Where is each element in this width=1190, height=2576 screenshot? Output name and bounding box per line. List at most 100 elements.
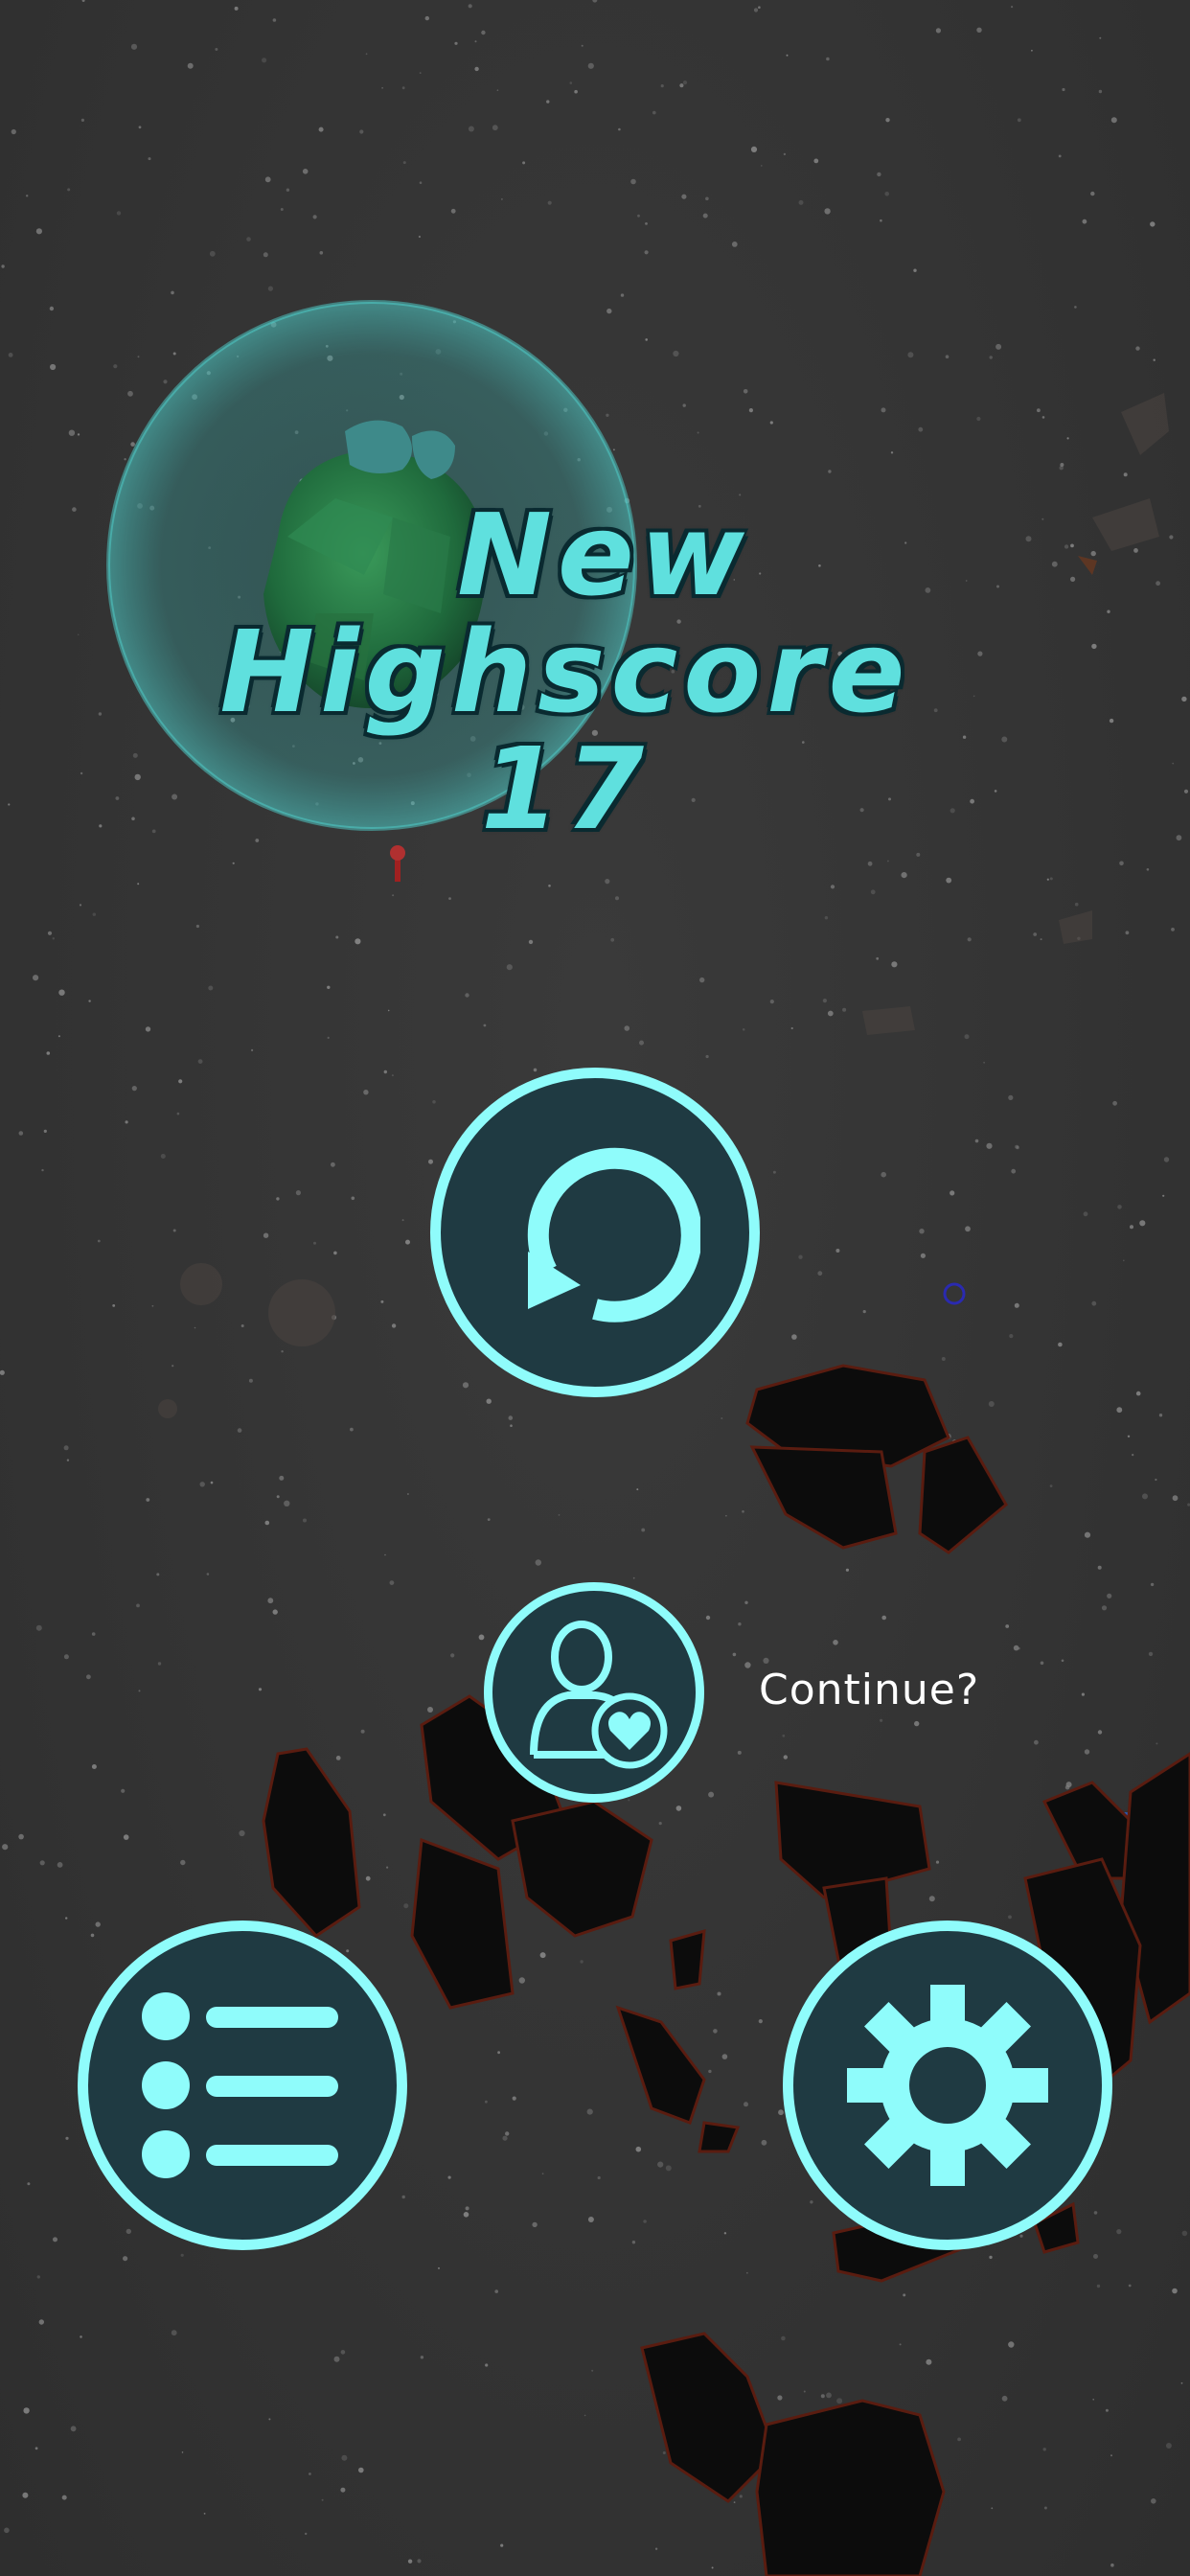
star (1041, 416, 1045, 419)
star (447, 2175, 451, 2179)
star (392, 894, 395, 897)
star (267, 1598, 274, 1604)
star (1066, 437, 1069, 440)
star (65, 2136, 69, 2140)
star (918, 426, 924, 432)
star (1183, 789, 1189, 794)
star (505, 2131, 510, 2136)
star (419, 72, 422, 74)
star (996, 585, 999, 588)
star (419, 181, 423, 184)
star (1180, 2381, 1183, 2384)
star (487, 1518, 491, 1521)
star (660, 84, 664, 88)
star (68, 429, 76, 436)
star (448, 897, 451, 900)
star (1043, 2506, 1047, 2510)
settings-button[interactable] (783, 1920, 1112, 2250)
star (711, 2566, 714, 2569)
star (742, 1510, 744, 1513)
star (1058, 154, 1062, 158)
star (733, 2501, 736, 2504)
star (673, 350, 679, 357)
star (880, 218, 882, 222)
star (1130, 1225, 1133, 1230)
star (665, 2165, 672, 2172)
star (52, 937, 55, 940)
star (1091, 643, 1097, 650)
star (1107, 1593, 1112, 1598)
star (35, 1624, 42, 1631)
star (679, 83, 684, 88)
small-blue-ring (943, 1282, 966, 1305)
star (991, 2507, 994, 2510)
star (569, 81, 573, 84)
star (512, 2096, 516, 2101)
star (1091, 1300, 1097, 1306)
star (903, 2293, 906, 2297)
star (926, 2358, 932, 2365)
star (914, 1720, 920, 1727)
star (876, 956, 880, 960)
star (1008, 1915, 1012, 1920)
star (1046, 878, 1049, 881)
star (157, 1662, 162, 1666)
star (391, 1074, 394, 1077)
star (1019, 2234, 1023, 2238)
star (528, 939, 534, 945)
star (1070, 576, 1076, 583)
star (263, 1232, 269, 1238)
star (995, 343, 1002, 350)
star (172, 1365, 174, 1368)
star (877, 172, 881, 177)
menu-button[interactable] (78, 1920, 407, 2250)
continue-button[interactable] (484, 1582, 704, 1803)
star (468, 126, 474, 132)
star (331, 1162, 335, 1167)
star (4, 2527, 10, 2534)
star (1171, 928, 1175, 932)
star (1074, 902, 1079, 907)
star (401, 2195, 405, 2199)
star (47, 931, 53, 935)
star (136, 1603, 140, 1608)
star (1116, 2229, 1122, 2235)
star (778, 2109, 784, 2116)
star (295, 1190, 301, 1196)
star (1013, 1644, 1019, 1651)
star (645, 338, 648, 341)
star (891, 961, 898, 968)
star (199, 1482, 205, 1487)
star (658, 1822, 662, 1826)
star (824, 208, 831, 215)
star (1074, 306, 1077, 309)
star (281, 1350, 284, 1353)
star (8, 353, 13, 357)
star (581, 44, 584, 47)
star (597, 2175, 601, 2180)
star (279, 1475, 285, 1481)
star (474, 40, 477, 43)
star (1135, 346, 1140, 351)
star (1172, 2288, 1178, 2294)
star (391, 1323, 397, 1328)
star (383, 1070, 387, 1074)
star (1037, 408, 1041, 413)
star (465, 993, 469, 998)
star (92, 912, 97, 916)
star (91, 1764, 97, 1769)
star (639, 1040, 644, 1046)
star (492, 125, 498, 131)
star (86, 1674, 91, 1680)
star (1061, 1659, 1064, 1663)
star (1105, 2408, 1109, 2412)
star (1110, 2563, 1114, 2567)
star (817, 1271, 823, 1276)
star (97, 1239, 101, 1243)
continue-label: Continue? (759, 1666, 980, 1714)
star (887, 860, 889, 862)
star (631, 2241, 636, 2244)
restart-button[interactable] (430, 1068, 760, 1397)
star (1181, 696, 1187, 702)
star (303, 1518, 307, 1523)
